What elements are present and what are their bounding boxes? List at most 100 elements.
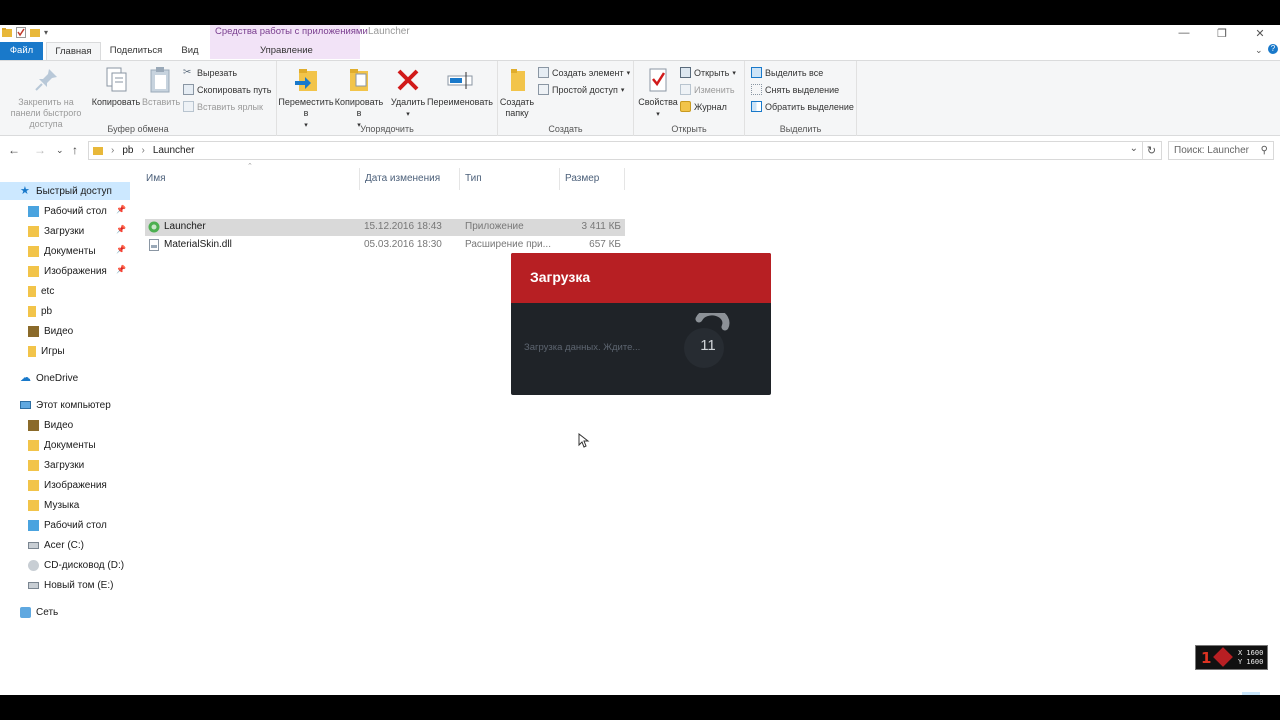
tab-home[interactable]: Главная (46, 42, 101, 60)
address-dropdown-icon[interactable]: ⌄ (1130, 143, 1138, 154)
sidebar-item-desktop[interactable]: Рабочий стол 📌 (0, 202, 130, 220)
delete-label: Удалить (390, 97, 426, 107)
restore-button[interactable]: ❐ (1202, 25, 1242, 41)
select-none-button[interactable]: Снять выделение (751, 84, 839, 95)
sidebar-item-pictures[interactable]: Изображения 📌 (0, 262, 130, 280)
copy-to-button[interactable]: Копировать в ▾ (333, 65, 385, 131)
group-clipboard-label: Буфер обмена (107, 124, 169, 134)
sidebar-item-games[interactable]: Игры (0, 342, 130, 360)
sidebar-item-drive-d[interactable]: CD-дисковод (D:) (0, 556, 130, 574)
sidebar-item-pb[interactable]: pb (0, 302, 130, 320)
cut-label: Вырезать (197, 67, 238, 78)
search-input[interactable]: Поиск: Launcher ⚲ (1168, 141, 1274, 160)
tab-share[interactable]: Поделиться (104, 42, 168, 60)
back-arrow-icon[interactable]: ← (8, 143, 20, 157)
new-folder-icon[interactable] (30, 27, 40, 38)
sidebar-item-pc-pictures[interactable]: Изображения (0, 476, 130, 494)
select-none-icon (751, 84, 762, 95)
sidebar-item-quick-access[interactable]: ★ Быстрый доступ (0, 182, 130, 200)
group-create: Создать папку Создать элемент ▾ Простой д… (498, 61, 634, 136)
minimize-button[interactable]: — (1164, 25, 1204, 41)
properties-button[interactable]: Свойства ▾ (636, 65, 680, 120)
sidebar-item-drive-c[interactable]: Acer (C:) (0, 536, 130, 554)
invert-selection-label: Обратить выделение (765, 101, 854, 112)
breadcrumb-launcher[interactable]: Launcher (153, 145, 195, 156)
sidebar-item-pc-desktop[interactable]: Рабочий стол (0, 516, 130, 534)
select-all-button[interactable]: Выделить все (751, 67, 823, 78)
column-header-type[interactable]: Тип (459, 168, 560, 190)
paste-shortcut-button[interactable]: Вставить ярлык (183, 101, 263, 112)
file-type: Приложение (465, 221, 524, 232)
file-row[interactable]: MaterialSkin.dll 05.03.2016 18:30 Расшир… (145, 237, 625, 254)
copy-to-label: Копировать в (334, 97, 384, 118)
sidebar-item-pc-downloads[interactable]: Загрузки (0, 456, 130, 474)
sidebar-item-documents[interactable]: Документы 📌 (0, 242, 130, 260)
paste-button[interactable]: Вставить (142, 65, 180, 108)
file-row[interactable]: Launcher 15.12.2016 18:43 Приложение 3 4… (145, 219, 625, 236)
help-icon[interactable]: ? (1268, 44, 1278, 54)
forward-arrow-icon[interactable]: → (34, 143, 46, 157)
sidebar-item-pc-documents[interactable]: Документы (0, 436, 130, 454)
file-size: 657 КБ (589, 239, 621, 250)
column-header-date[interactable]: Дата изменения (359, 168, 460, 190)
sidebar-item-network[interactable]: Сеть (0, 603, 130, 621)
recent-locations-icon[interactable]: ⌄ (56, 145, 64, 156)
new-item-label: Создать элемент (552, 67, 624, 78)
open-button[interactable]: Открыть ▾ (680, 67, 736, 78)
pin-icon (31, 65, 61, 95)
edit-button[interactable]: Изменить (680, 84, 735, 95)
invert-selection-button[interactable]: Обратить выделение (751, 101, 854, 112)
select-all-label: Выделить все (765, 67, 824, 78)
column-header-name[interactable]: Имя (140, 168, 360, 190)
tab-view[interactable]: Вид (170, 42, 210, 60)
move-to-button[interactable]: Переместить в ▾ (278, 65, 334, 131)
sidebar-item-downloads[interactable]: Загрузки 📌 (0, 222, 130, 240)
easy-access-button[interactable]: Простой доступ ▾ (538, 84, 624, 95)
tab-file[interactable]: Файл (0, 42, 43, 60)
properties-check-icon[interactable] (16, 26, 26, 38)
group-organize: Переместить в ▾ Копировать в ▾ Удалить ▾ Пе… (277, 61, 498, 136)
ribbon-collapse-icon[interactable]: ⌄ (1255, 45, 1263, 56)
delete-x-icon (393, 65, 423, 95)
delete-button[interactable]: Удалить ▾ (388, 65, 428, 120)
new-item-button[interactable]: Создать элемент ▾ (538, 67, 630, 78)
sidebar-item-label: pb (41, 305, 53, 317)
sidebar-item-pc-videos[interactable]: Видео (0, 416, 130, 434)
sidebar-item-this-pc[interactable]: Этот компьютер (0, 396, 130, 414)
refresh-button[interactable]: ↻ (1142, 141, 1162, 160)
folder-icon (28, 305, 36, 317)
properties-icon (643, 65, 673, 95)
select-none-label: Снять выделение (765, 84, 840, 95)
sidebar-item-onedrive[interactable]: ☁ OneDrive (0, 369, 130, 387)
column-header-size[interactable]: Размер (559, 168, 625, 190)
folder-icon (28, 345, 36, 357)
copy-path-button[interactable]: Скопировать путь (183, 84, 271, 95)
sidebar-item-videos[interactable]: Видео (0, 322, 130, 340)
ribbon: Закрепить на панели быстрого доступа Коп… (0, 60, 1280, 136)
cut-button[interactable]: ✂ Вырезать (183, 67, 237, 78)
delete-dropdown-icon: ▾ (406, 111, 410, 118)
videos-folder-icon (28, 325, 39, 337)
rename-button[interactable]: Переименовать (427, 65, 493, 108)
breadcrumb-separator-icon: › (141, 145, 145, 156)
taskbar-hint (1242, 692, 1260, 695)
new-folder-button[interactable]: Создать папку (499, 65, 535, 119)
music-folder-icon (28, 499, 39, 511)
breadcrumb-pb[interactable]: pb (122, 145, 133, 156)
copy-button[interactable]: Копировать (90, 65, 142, 108)
sidebar-item-pc-music[interactable]: Музыка (0, 496, 130, 514)
sidebar-item-drive-e[interactable]: Новый том (E:) (0, 576, 130, 594)
sidebar-item-label: Рабочий стол (44, 205, 107, 217)
loading-dialog: Загрузка Загрузка данных. Ждите... 11 (511, 253, 771, 395)
new-folder-icon (502, 65, 532, 95)
address-bar[interactable]: › pb › Launcher ⌄ (88, 141, 1143, 160)
copy-to-icon (344, 65, 374, 95)
qat-dropdown-icon[interactable]: ▾ (44, 28, 48, 37)
hud-logo-icon (1213, 647, 1233, 667)
pin-quick-access-button[interactable]: Закрепить на панели быстрого доступа (3, 65, 89, 130)
history-button[interactable]: Журнал (680, 101, 727, 112)
sidebar-item-etc[interactable]: etc (0, 282, 130, 300)
up-arrow-icon[interactable]: ↑ (72, 143, 78, 157)
overlay-hud: 1 X 1600 Y 1600 (1195, 645, 1268, 670)
close-button[interactable]: ✕ (1240, 25, 1280, 41)
